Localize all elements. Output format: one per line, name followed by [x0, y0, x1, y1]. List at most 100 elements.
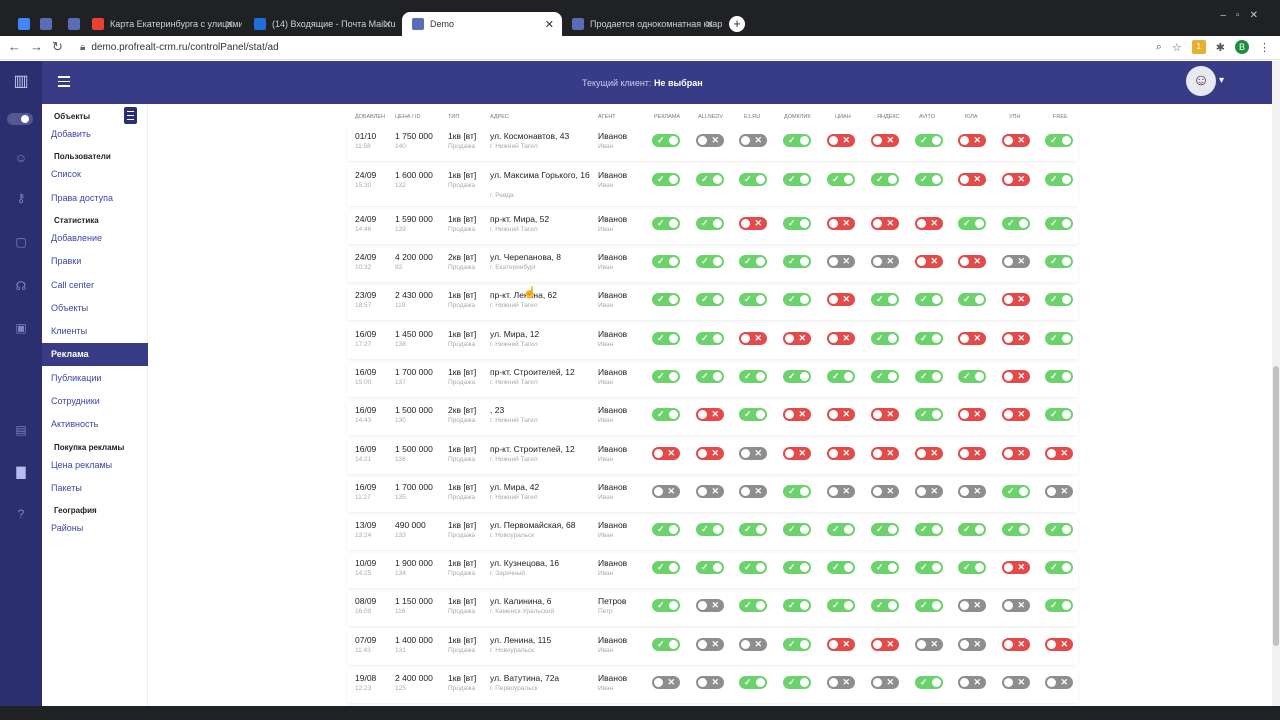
puzzle-icon[interactable]: ✱	[1216, 41, 1225, 54]
ad-status-toggle[interactable]: ✕	[827, 293, 855, 306]
scrollbar-thumb[interactable]	[1273, 366, 1279, 646]
page-scrollbar[interactable]	[1272, 61, 1280, 706]
ad-status-toggle[interactable]: ✕	[1002, 561, 1030, 574]
ad-status-toggle[interactable]: ✓	[739, 173, 767, 186]
ad-status-toggle[interactable]: ✕	[696, 134, 724, 147]
ad-status-toggle[interactable]: ✓	[652, 173, 680, 186]
ad-status-toggle[interactable]: ✓	[871, 173, 899, 186]
browser-tab[interactable]: (14) Входящие - Почта Mail.ru ✕	[244, 12, 400, 36]
column-header[interactable]: ЯНДЕКС	[877, 114, 899, 120]
ad-status-toggle[interactable]: ✕	[915, 217, 943, 230]
column-header[interactable]: E1.RU	[744, 114, 760, 120]
ad-status-toggle[interactable]: ✕	[696, 638, 724, 651]
help-icon[interactable]: ?	[13, 507, 29, 523]
menu-kebab-icon[interactable]: ⋮	[1259, 41, 1270, 54]
table-row[interactable]: 16/09 15:00 1 700 000 137 1кв [вт] Продажа пр-…	[347, 363, 1078, 397]
ad-status-toggle[interactable]: ✓	[739, 561, 767, 574]
table-row[interactable]: 16/09 14:43 1 500 000 130 2кв [вт] Продажа , 2…	[347, 401, 1078, 435]
ad-status-toggle[interactable]: ✕	[739, 332, 767, 345]
ad-status-toggle[interactable]: ✓	[915, 523, 943, 536]
ad-status-toggle[interactable]: ✓	[827, 173, 855, 186]
address-cell[interactable]: ул. Космонавтов, 43	[490, 131, 590, 141]
ad-status-toggle[interactable]: ✕	[1045, 485, 1073, 498]
ad-status-toggle[interactable]: ✓	[739, 255, 767, 268]
ad-status-toggle[interactable]: ✕	[827, 447, 855, 460]
ad-status-toggle[interactable]: ✓	[915, 173, 943, 186]
ad-status-toggle[interactable]: ✓	[915, 134, 943, 147]
ad-status-toggle[interactable]: ✓	[739, 676, 767, 689]
ad-status-toggle[interactable]: ✓	[739, 599, 767, 612]
column-header[interactable]: ЮЛА	[965, 114, 978, 120]
ad-status-toggle[interactable]: ✓	[652, 408, 680, 421]
ad-status-toggle[interactable]: ✓	[958, 561, 986, 574]
ad-status-toggle[interactable]: ✕	[958, 408, 986, 421]
ad-status-toggle[interactable]: ✕	[652, 676, 680, 689]
table-row[interactable]: 13/09 13:24 490 000 133 1кв [вт] Продажа ул. П…	[347, 516, 1078, 550]
hamburger-menu-icon[interactable]	[58, 76, 70, 90]
address-cell[interactable]: ул. Кузнецова, 16	[490, 558, 590, 568]
ad-status-toggle[interactable]: ✕	[739, 485, 767, 498]
ad-status-toggle[interactable]: ✓	[696, 370, 724, 383]
ad-status-toggle[interactable]: ✓	[1002, 485, 1030, 498]
ad-status-toggle[interactable]: ✓	[915, 332, 943, 345]
ad-status-toggle[interactable]: ✕	[783, 447, 811, 460]
ad-status-toggle[interactable]: ✕	[696, 447, 724, 460]
ad-status-toggle[interactable]: ✕	[1045, 447, 1073, 460]
ad-status-toggle[interactable]: ✕	[958, 485, 986, 498]
ad-status-toggle[interactable]: ✓	[652, 217, 680, 230]
ad-status-toggle[interactable]: ✓	[1045, 408, 1073, 421]
address-cell[interactable]: ул. Максима Горького, 16	[490, 170, 590, 180]
ad-status-toggle[interactable]: ✓	[696, 523, 724, 536]
ad-status-toggle[interactable]: ✕	[827, 485, 855, 498]
headset-icon[interactable]: ☊	[13, 279, 29, 295]
ad-status-toggle[interactable]: ✓	[696, 561, 724, 574]
ad-status-toggle[interactable]: ✓	[652, 638, 680, 651]
zoom-icon[interactable]: ⌕	[1156, 41, 1162, 54]
ad-status-toggle[interactable]: ✕	[696, 676, 724, 689]
ad-status-toggle[interactable]: ✕	[827, 408, 855, 421]
ad-status-toggle[interactable]: ✓	[652, 293, 680, 306]
ad-status-toggle[interactable]: ✓	[783, 676, 811, 689]
ad-status-toggle[interactable]: ✓	[1002, 523, 1030, 536]
window-controls[interactable]: ‒▫✕	[1221, 10, 1269, 21]
address-cell[interactable]: ул. Ленина, 115	[490, 635, 590, 645]
ad-status-toggle[interactable]: ✓	[1045, 255, 1073, 268]
address-cell[interactable]: ул. Калинина, 6	[490, 596, 590, 606]
ad-status-toggle[interactable]: ✕	[1002, 447, 1030, 460]
new-tab-button[interactable]: +	[729, 16, 745, 32]
ad-status-toggle[interactable]: ✕	[1002, 255, 1030, 268]
column-header[interactable]: Тип	[448, 114, 459, 120]
ad-status-toggle[interactable]: ✓	[827, 599, 855, 612]
ad-status-toggle[interactable]: ✕	[1002, 332, 1030, 345]
ad-status-toggle[interactable]: ✕	[1002, 293, 1030, 306]
ad-status-toggle[interactable]: ✕	[1002, 408, 1030, 421]
ad-status-toggle[interactable]: ✕	[958, 599, 986, 612]
browser-tab[interactable]: Demo ✕	[402, 12, 562, 36]
sidebar-item[interactable]: Цена рекламы	[51, 460, 112, 470]
sidebar-collapse-button[interactable]	[124, 107, 137, 124]
chevron-down-icon[interactable]: ▾	[1219, 75, 1224, 86]
ad-status-toggle[interactable]: ✓	[652, 599, 680, 612]
ad-status-toggle[interactable]: ✕	[739, 447, 767, 460]
sidebar-item[interactable]: Call center	[51, 280, 94, 290]
ad-status-toggle[interactable]: ✓	[915, 676, 943, 689]
ad-status-toggle[interactable]: ✓	[739, 523, 767, 536]
ad-status-toggle[interactable]: ✕	[958, 255, 986, 268]
table-row[interactable]: 16/09 11:27 1 700 000 135 1кв [вт] Продажа ул.…	[347, 478, 1078, 512]
ad-status-toggle[interactable]: ✕	[958, 173, 986, 186]
ad-status-toggle[interactable]: ✓	[696, 173, 724, 186]
column-header[interactable]: Агент	[598, 114, 616, 120]
ad-status-toggle[interactable]: ✕	[871, 676, 899, 689]
ad-status-toggle[interactable]: ✓	[1045, 173, 1073, 186]
ad-status-toggle[interactable]: ✓	[696, 332, 724, 345]
address-cell[interactable]: пр-кт. Строителей, 12	[490, 367, 590, 377]
sidebar-item[interactable]: Клиенты	[51, 326, 87, 336]
ad-status-toggle[interactable]: ✕	[827, 217, 855, 230]
ad-status-toggle[interactable]: ✓	[696, 255, 724, 268]
ad-status-toggle[interactable]: ✕	[915, 485, 943, 498]
column-header[interactable]: Цена / ID	[395, 114, 420, 120]
address-cell[interactable]: ул. Мира, 12	[490, 329, 590, 339]
ad-status-toggle[interactable]: ✕	[696, 485, 724, 498]
ad-status-toggle[interactable]: ✓	[958, 370, 986, 383]
url-field[interactable]: 🔒︎ demo.profrealt-crm.ru/controlPanel/sta…	[80, 42, 279, 53]
